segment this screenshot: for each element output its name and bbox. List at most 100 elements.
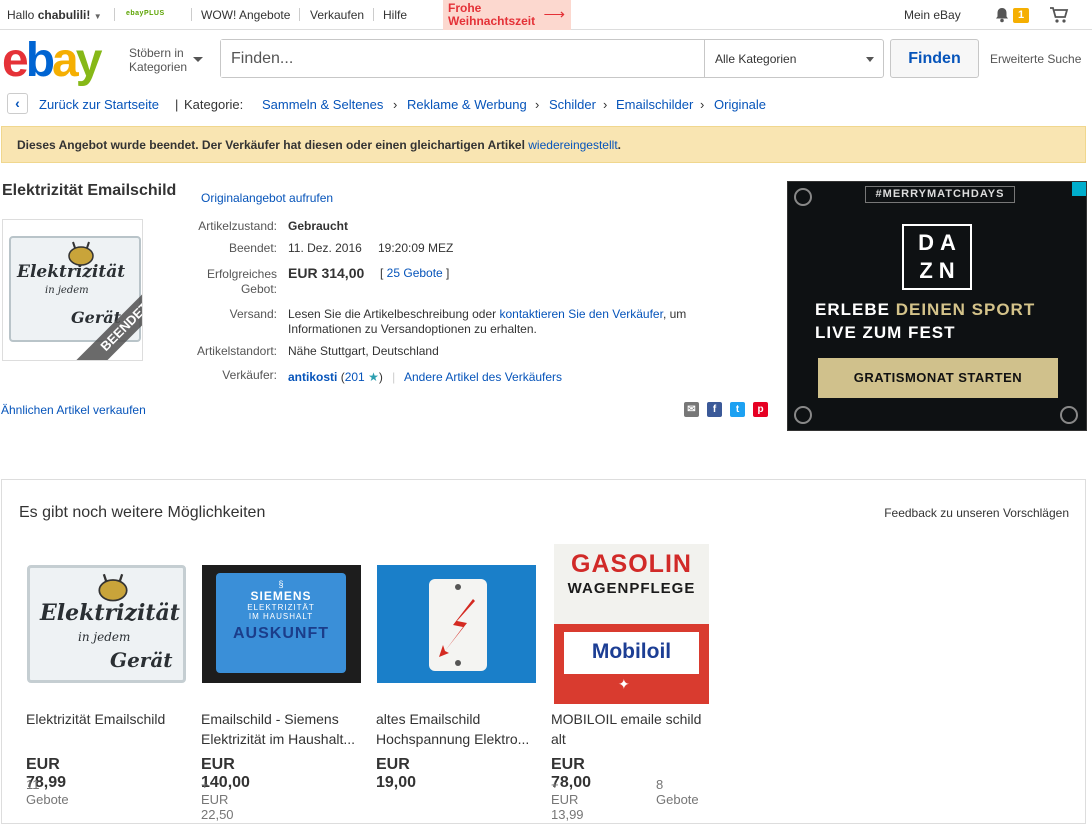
- breadcrumb-item[interactable]: Reklame & Werbung: [407, 97, 527, 112]
- breadcrumb-item[interactable]: Originale: [714, 97, 766, 112]
- sign-red-band: Mobiloil ✦: [554, 624, 709, 704]
- top-bar: Hallo chabulili! ▼ ebayPLUS WOW! Angebot…: [0, 0, 1092, 30]
- location-label: Artikelstandort:: [196, 344, 277, 358]
- siemens-sign: § SIEMENS ELEKTRIZITÄT IM HAUSHALT AUSKU…: [216, 573, 346, 673]
- email-icon[interactable]: ✉: [684, 402, 699, 417]
- back-arrow-icon[interactable]: ‹: [7, 93, 28, 114]
- item-image[interactable]: Elektrizität in jedem Gerät: [27, 565, 186, 683]
- recommendations-panel: Es gibt noch weitere Möglichkeiten Feedb…: [1, 479, 1086, 824]
- item-image[interactable]: [377, 565, 536, 683]
- item-image[interactable]: § SIEMENS ELEKTRIZITÄT IM HAUSHALT AUSKU…: [202, 565, 361, 683]
- chevron-down-icon: [866, 57, 874, 62]
- sign-text: WAGENPFLEGE: [567, 580, 696, 597]
- original-listing-link[interactable]: Originalangebot aufrufen: [201, 191, 333, 205]
- sign-text: GASOLIN: [571, 550, 692, 578]
- logo-text: DA: [918, 230, 962, 255]
- ad-hashtag: #MERRYMATCHDAYS: [865, 186, 1015, 203]
- greeting-text: Hallo: [7, 8, 35, 22]
- final-price: EUR 314,00: [288, 265, 365, 281]
- sign-text: AUSKUNFT: [233, 625, 329, 642]
- seller-link[interactable]: antikosti: [288, 370, 337, 384]
- item-name[interactable]: altes Emailschild Hochspannung Elektro..…: [376, 709, 541, 749]
- find-button[interactable]: Finden: [890, 39, 979, 78]
- star-icon: ★: [368, 370, 379, 384]
- arrow-right-icon: ⟶: [543, 6, 565, 23]
- ended-date: 11. Dez. 2016: [288, 241, 362, 255]
- ad-cta-button[interactable]: GRATISMONAT STARTEN: [818, 358, 1058, 398]
- item-thumbnail[interactable]: Elektrizität in jedem Gerät BEENDET: [2, 219, 143, 361]
- headline-text: DEINEN SPORT: [895, 300, 1036, 319]
- breadcrumb-separator: |: [175, 97, 179, 112]
- bell-icon[interactable]: [994, 7, 1010, 23]
- ebay-logo[interactable]: ebay: [2, 33, 102, 88]
- breadcrumb-item[interactable]: Schilder: [549, 97, 596, 112]
- ended-label: Beendet:: [228, 241, 277, 255]
- divider: [373, 8, 374, 21]
- category-select-value: Alle Kategorien: [715, 52, 797, 66]
- pinterest-icon[interactable]: p: [753, 402, 768, 417]
- adchoices-icon[interactable]: [1072, 182, 1086, 196]
- category-select[interactable]: Alle Kategorien: [704, 40, 884, 77]
- lightning-icon: [439, 584, 475, 666]
- chevron-right-icon: ›: [535, 97, 540, 112]
- divider: [299, 8, 300, 21]
- logo-text: ZN: [919, 258, 961, 283]
- breadcrumb: ‹ Zurück zur Startseite | Kategorie: Sam…: [0, 93, 1092, 115]
- item-name[interactable]: Elektrizität Emailschild: [26, 709, 191, 729]
- greeting[interactable]: Hallo chabulili! ▼: [7, 8, 102, 22]
- winning-bid-label: Erfolgreiches Gebot:: [206, 267, 277, 296]
- advanced-search-link[interactable]: Erweiterte Suche: [990, 52, 1081, 66]
- username: chabulili!: [37, 8, 91, 22]
- ended-time: 19:20:09 MEZ: [378, 241, 454, 255]
- item-shipping: + EUR 22,50: [201, 777, 234, 822]
- dazn-ad[interactable]: #MERRYMATCHDAYS DA ZN ERLEBE DEINEN SPOR…: [787, 181, 1087, 431]
- xmas-banner[interactable]: Frohe Weihnachtszeit ⟶: [443, 0, 571, 30]
- sign-text: ELEKTRIZITÄT: [247, 603, 315, 612]
- chevron-down-icon[interactable]: [193, 57, 203, 62]
- football-icon: [794, 188, 812, 206]
- bid-count[interactable]: [ 25 Gebote ]: [380, 266, 449, 280]
- ad-headline-1: ERLEBE DEINEN SPORT: [815, 300, 1035, 320]
- high-voltage-sign: [429, 579, 487, 671]
- item-title: Elektrizität Emailschild: [2, 182, 177, 199]
- sell-similar-link[interactable]: Ähnlichen Artikel verkaufen: [1, 403, 146, 417]
- logo-letter: b: [25, 34, 55, 87]
- condition-value: Gebraucht: [288, 219, 349, 233]
- browse-categories[interactable]: Stöbern in Kategorien: [129, 46, 191, 74]
- chevron-right-icon: ›: [393, 97, 398, 112]
- back-to-home-link[interactable]: Zurück zur Startseite: [39, 97, 159, 112]
- help-link[interactable]: Hilfe: [383, 8, 407, 22]
- notification-badge: 1: [1013, 8, 1029, 23]
- sign-text: in jedem: [78, 630, 131, 644]
- item-name[interactable]: Emailschild - Siemens Elektrizität im Ha…: [201, 709, 366, 749]
- search-input[interactable]: [221, 40, 703, 77]
- xmas-text: Frohe Weihnachtszeit: [448, 1, 536, 28]
- item-image[interactable]: GASOLIN WAGENPFLEGE Mobiloil ✦: [554, 544, 709, 704]
- cart-icon[interactable]: [1049, 6, 1069, 24]
- ad-headline-2: LIVE ZUM FEST: [815, 323, 956, 342]
- contact-seller-link[interactable]: kontaktieren Sie den Verkäufer: [499, 307, 662, 321]
- bid-count-link[interactable]: 25 Gebote: [387, 266, 443, 280]
- ebay-plus-link[interactable]: ebayPLUS: [126, 10, 165, 17]
- sign-text: Mobiloil: [591, 640, 672, 663]
- wow-deals-link[interactable]: WOW! Angebote: [201, 8, 290, 22]
- feedback-link[interactable]: Feedback zu unseren Vorschlägen: [884, 506, 1069, 520]
- item-name[interactable]: MOBILOIL emaile schild alt: [551, 709, 716, 749]
- chevron-down-icon: ▼: [93, 12, 102, 21]
- breadcrumb-item[interactable]: Emailschilder: [616, 97, 693, 112]
- chevron-right-icon: ›: [700, 97, 705, 112]
- shipping-label: Versand:: [229, 307, 277, 321]
- pegasus-icon: ✦: [618, 676, 630, 692]
- twitter-icon[interactable]: t: [730, 402, 745, 417]
- breadcrumb-item[interactable]: Sammeln & Seltenes: [262, 97, 383, 112]
- relisted-link[interactable]: wiedereingestellt: [528, 138, 617, 152]
- category-label: Kategorie:: [184, 97, 244, 112]
- my-ebay-link[interactable]: Mein eBay: [904, 8, 961, 22]
- facebook-icon[interactable]: f: [707, 402, 722, 417]
- other-items-link[interactable]: Andere Artikel des Verkäufers: [404, 370, 562, 384]
- feedback-score-link[interactable]: 201: [345, 370, 365, 384]
- basketball-icon: [1060, 406, 1078, 424]
- sell-link[interactable]: Verkaufen: [310, 8, 364, 22]
- plug-icon: [68, 241, 94, 266]
- item-bids: 11 Gebote: [26, 777, 69, 807]
